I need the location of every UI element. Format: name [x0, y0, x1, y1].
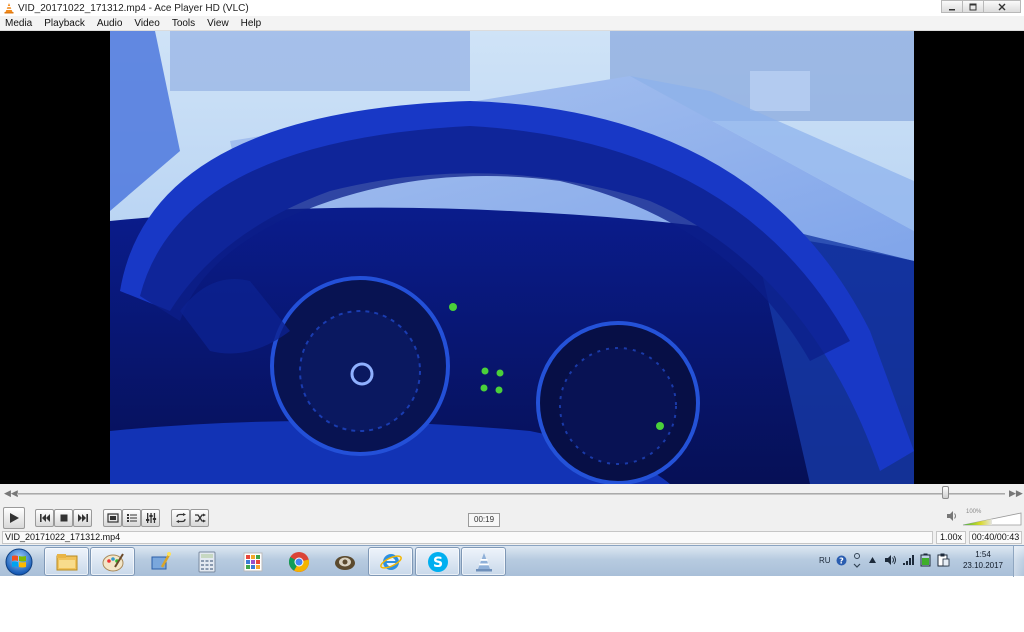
shuffle-icon: [194, 513, 206, 523]
seek-back-icon[interactable]: ◀◀: [4, 488, 18, 499]
extended-settings-button[interactable]: [141, 509, 160, 527]
minimize-button[interactable]: [941, 0, 963, 13]
taskbar-wizard[interactable]: [137, 547, 182, 576]
vlc-cone-icon: [475, 552, 492, 571]
menu-media[interactable]: Media: [5, 18, 32, 29]
show-desktop-button[interactable]: [1013, 546, 1024, 577]
seek-forward-icon[interactable]: ▶▶: [1009, 488, 1023, 499]
menu-view[interactable]: View: [207, 18, 229, 29]
fullscreen-button[interactable]: [103, 509, 122, 527]
close-button[interactable]: [983, 0, 1021, 13]
clock-time: 1:54: [975, 550, 991, 559]
status-filename: VID_20171022_171312.mp4: [2, 531, 933, 544]
video-frame-image: [110, 31, 914, 484]
status-bar: VID_20171022_171312.mp4 1.00x 00:40/00:4…: [0, 531, 1024, 545]
maximize-button[interactable]: [962, 0, 984, 13]
help-icon[interactable]: ?: [836, 555, 847, 566]
taskbar-vlc[interactable]: [461, 547, 506, 576]
chrome-icon: [288, 551, 309, 572]
tor-icon: [334, 555, 355, 570]
extended-settings-icon: [145, 513, 156, 523]
show-hidden-icons-icon[interactable]: [868, 556, 877, 564]
network-signal-icon[interactable]: [902, 554, 915, 566]
seek-handle[interactable]: [942, 486, 950, 499]
internet-explorer-icon: [379, 553, 402, 570]
time-tooltip: 00:19: [468, 513, 501, 527]
playlist-button[interactable]: [122, 509, 141, 527]
stop-icon: [60, 514, 67, 522]
controls-row: 00:19 100%: [0, 504, 1024, 531]
speaker-icon[interactable]: [946, 510, 958, 522]
taskbar-explorer[interactable]: [44, 547, 89, 576]
shuffle-button[interactable]: [190, 509, 209, 527]
volume-icon[interactable]: [884, 554, 897, 566]
clock-date: 23.10.2017: [962, 561, 1004, 570]
loop-icon: [175, 513, 186, 523]
volume-slider[interactable]: [962, 512, 1022, 526]
menu-help[interactable]: Help: [241, 18, 262, 29]
tray-settings-icon[interactable]: [852, 552, 862, 568]
wizard-icon: [151, 551, 171, 569]
paint-icon: [102, 552, 124, 571]
taskbar-grid-app[interactable]: [230, 547, 275, 576]
calculator-icon: [198, 551, 215, 572]
title-bar: VID_20171022_171312.mp4 - Ace Player HD …: [0, 0, 1024, 16]
menu-playback[interactable]: Playback: [44, 18, 85, 29]
taskbar-skype[interactable]: S: [415, 547, 460, 576]
close-icon: [998, 3, 1006, 10]
maximize-icon: [969, 3, 977, 10]
taskbar-chrome[interactable]: [276, 547, 321, 576]
play-button[interactable]: [3, 507, 25, 529]
language-indicator[interactable]: RU: [819, 556, 831, 565]
explorer-icon: [56, 553, 77, 570]
menu-bar: Media Playback Audio Video Tools View He…: [0, 16, 1024, 31]
menu-audio[interactable]: Audio: [97, 18, 123, 29]
taskbar-tor[interactable]: [322, 547, 367, 576]
window-title: VID_20171022_171312.mp4 - Ace Player HD …: [18, 2, 249, 14]
battery-icon[interactable]: [920, 553, 931, 567]
svg-text:S: S: [432, 555, 442, 571]
svg-text:?: ?: [839, 557, 844, 566]
taskbar-paint[interactable]: [90, 547, 135, 576]
windows-start-icon[interactable]: [4, 547, 34, 577]
seek-track[interactable]: [17, 493, 1005, 495]
grid-app-icon: [243, 552, 262, 571]
seek-bar-row: ◀◀ ▶▶: [0, 484, 1024, 504]
next-icon: [77, 514, 88, 522]
window-controls: [941, 0, 1021, 14]
menu-video[interactable]: Video: [134, 18, 159, 29]
next-button[interactable]: [73, 509, 92, 527]
vlc-cone-icon: [4, 3, 14, 14]
system-clock[interactable]: 1:54 23.10.2017: [958, 549, 1008, 571]
play-icon: [10, 513, 19, 523]
stop-button[interactable]: [54, 509, 73, 527]
playback-speed[interactable]: 1.00x: [936, 531, 966, 544]
taskbar-internet-explorer[interactable]: [368, 547, 413, 576]
previous-icon: [39, 514, 50, 522]
playlist-icon: [126, 514, 137, 522]
minimize-icon: [949, 8, 955, 10]
video-area[interactable]: [0, 31, 1024, 484]
menu-tools[interactable]: Tools: [172, 18, 195, 29]
windows-taskbar: S RU ? 1:54 23.10.2017: [0, 545, 1024, 577]
loop-button[interactable]: [171, 509, 190, 527]
previous-button[interactable]: [35, 509, 54, 527]
skype-icon: S: [427, 551, 448, 572]
vlc-window: VID_20171022_171312.mp4 - Ace Player HD …: [0, 0, 1024, 632]
taskbar-calculator[interactable]: [184, 547, 229, 576]
fullscreen-icon: [106, 513, 119, 523]
playback-time[interactable]: 00:40/00:43: [969, 531, 1022, 544]
clipboard-icon[interactable]: [937, 553, 950, 567]
video-frame: [110, 31, 914, 484]
